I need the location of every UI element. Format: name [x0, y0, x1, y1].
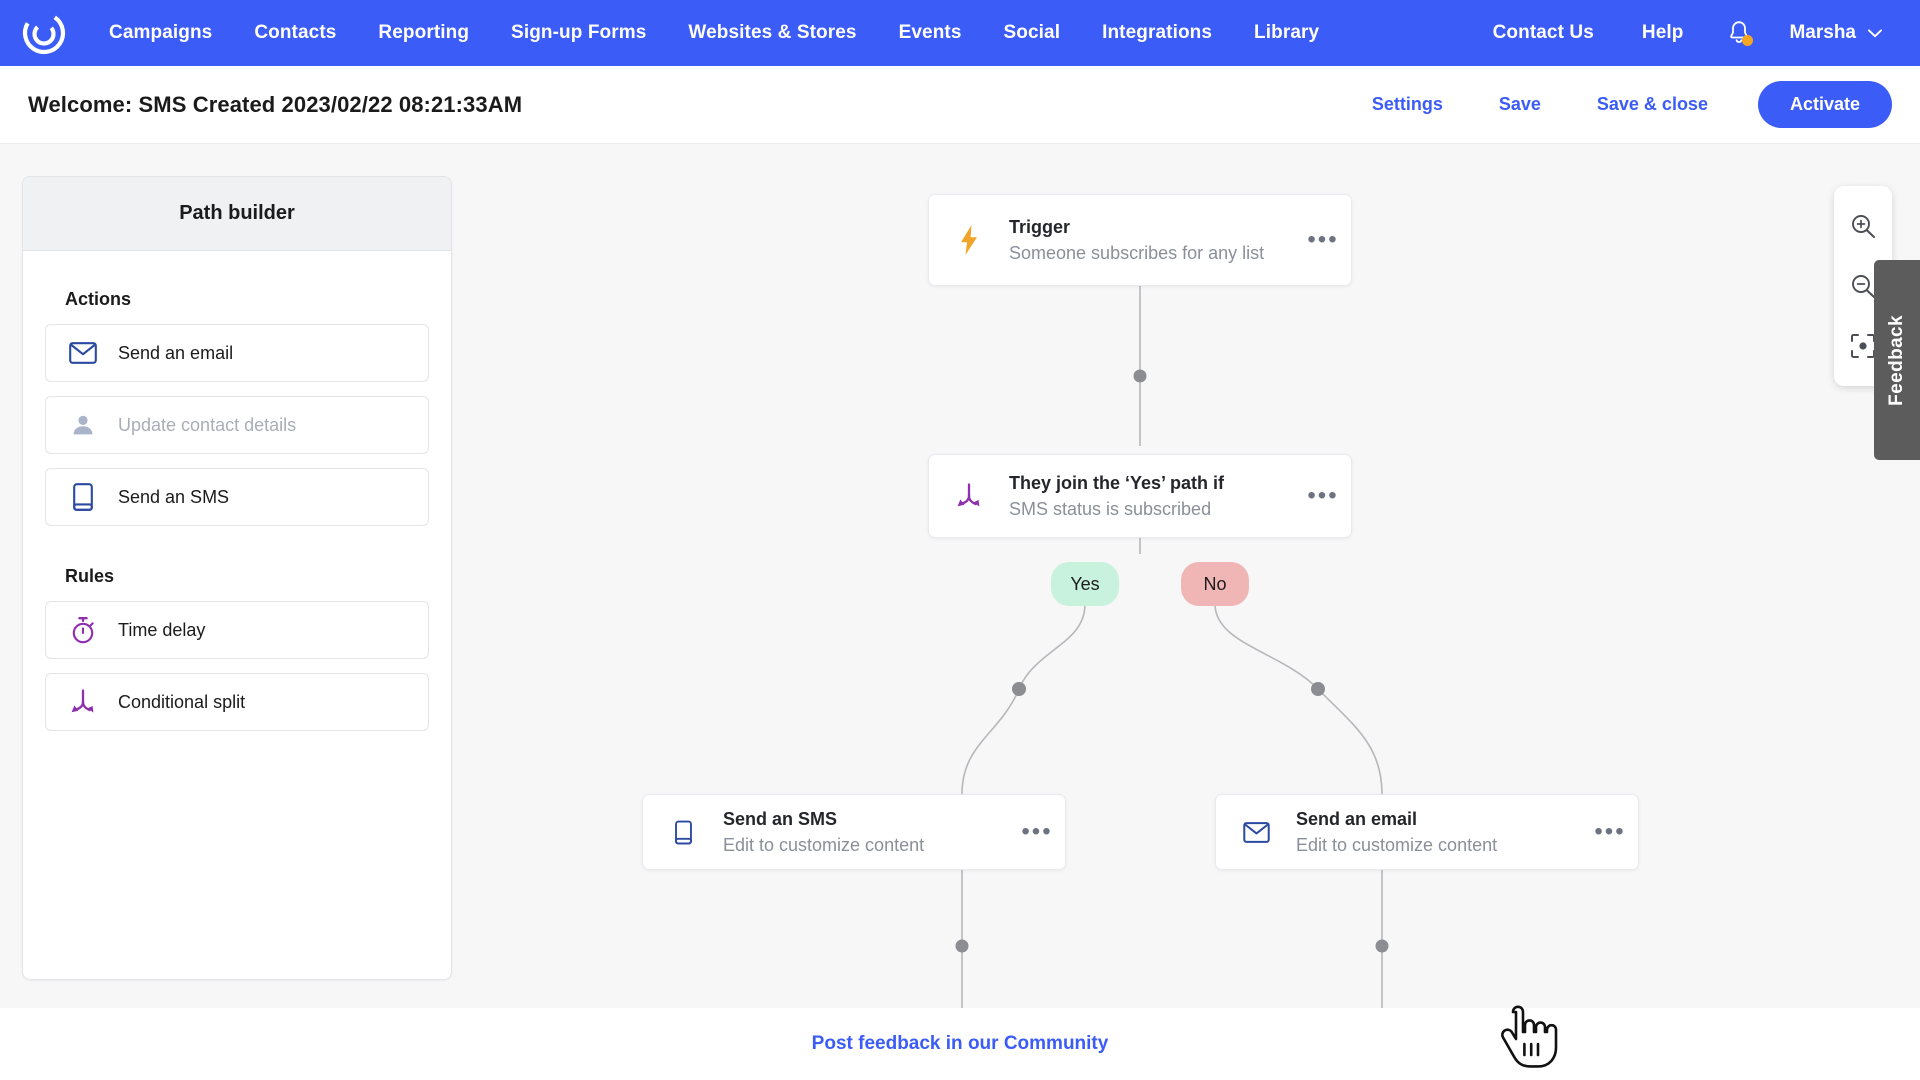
- branch-label-no[interactable]: No: [1181, 562, 1249, 606]
- flow-node-trigger[interactable]: Trigger Someone subscribes for any list …: [928, 194, 1352, 286]
- feedback-tab-label: Feedback: [1886, 315, 1908, 406]
- split-arrows-icon: [68, 687, 98, 717]
- flow-node-subtitle: Edit to customize content: [723, 832, 1001, 858]
- envelope-icon: [68, 338, 98, 368]
- stopwatch-icon: [68, 615, 98, 645]
- ellipsis-icon[interactable]: •••: [1582, 818, 1638, 846]
- tool-label: Send an email: [118, 343, 233, 364]
- nav-item-contact-us[interactable]: Contact Us: [1469, 14, 1618, 52]
- flow-node-text: Send an email Edit to customize content: [1278, 806, 1582, 858]
- tool-conditional-split[interactable]: Conditional split: [45, 673, 429, 731]
- nav-item-campaigns[interactable]: Campaigns: [88, 14, 233, 52]
- nav-item-events[interactable]: Events: [878, 14, 983, 52]
- branch-label-text: No: [1203, 574, 1226, 595]
- workarea: Path builder Actions Send an email: [0, 144, 1920, 1008]
- activate-button[interactable]: Activate: [1758, 81, 1892, 128]
- lightning-bolt-icon: [947, 224, 991, 256]
- zoom-in-button[interactable]: [1834, 196, 1892, 256]
- flow-node-title: Send an SMS: [723, 806, 1001, 832]
- zoom-out-icon: [1850, 273, 1876, 299]
- tool-label: Conditional split: [118, 692, 245, 713]
- split-arrows-icon: [947, 483, 991, 509]
- ellipsis-icon[interactable]: •••: [1009, 818, 1065, 846]
- save-button[interactable]: Save: [1471, 84, 1569, 125]
- notification-badge: [1742, 35, 1753, 46]
- branch-label-yes[interactable]: Yes: [1051, 562, 1119, 606]
- app-root: Campaigns Contacts Reporting Sign-up For…: [0, 0, 1920, 1080]
- nav-item-library[interactable]: Library: [1233, 14, 1340, 52]
- nav-item-help[interactable]: Help: [1618, 14, 1708, 52]
- tool-label: Send an SMS: [118, 487, 229, 508]
- ellipsis-icon[interactable]: •••: [1295, 482, 1351, 510]
- path-builder-panel: Path builder Actions Send an email: [22, 176, 452, 980]
- tool-update-contact-details[interactable]: Update contact details: [45, 396, 429, 454]
- settings-button[interactable]: Settings: [1344, 84, 1471, 125]
- path-builder-body: Actions Send an email: [23, 251, 451, 765]
- person-icon: [68, 410, 98, 440]
- nav-item-sign-up-forms[interactable]: Sign-up Forms: [490, 14, 667, 52]
- nav-item-websites-and-stores[interactable]: Websites & Stores: [667, 14, 877, 52]
- fit-to-screen-icon: [1850, 333, 1876, 359]
- tool-label: Update contact details: [118, 415, 296, 436]
- footer-bar: Post feedback in our Community: [0, 1008, 1920, 1080]
- top-navigation-bar: Campaigns Contacts Reporting Sign-up For…: [0, 0, 1920, 66]
- ellipsis-icon[interactable]: •••: [1295, 226, 1351, 254]
- rules-group-label: Rules: [65, 566, 429, 587]
- path-builder-header: Path builder: [23, 177, 451, 251]
- page-actions: Settings Save Save & close Activate: [1344, 81, 1892, 128]
- path-builder-title: Path builder: [179, 202, 295, 225]
- user-menu[interactable]: Marsha: [1771, 14, 1892, 52]
- nav-item-reporting[interactable]: Reporting: [357, 14, 490, 52]
- flow-node-title: They join the ‘Yes’ path if: [1009, 470, 1287, 496]
- post-feedback-community-link[interactable]: Post feedback in our Community: [812, 1033, 1109, 1055]
- tool-time-delay[interactable]: Time delay: [45, 601, 429, 659]
- zoom-in-icon: [1850, 213, 1876, 239]
- flow-node-text: Trigger Someone subscribes for any list: [991, 214, 1295, 266]
- tool-send-an-email[interactable]: Send an email: [45, 324, 429, 382]
- flow-node-title: Send an email: [1296, 806, 1574, 832]
- envelope-icon: [1234, 822, 1278, 843]
- page-subheader: Welcome: SMS Created 2023/02/22 08:21:33…: [0, 66, 1920, 144]
- page-title: Welcome: SMS Created 2023/02/22 08:21:33…: [28, 92, 522, 118]
- flow-node-send-email[interactable]: Send an email Edit to customize content …: [1215, 794, 1639, 870]
- flow-canvas[interactable]: Trigger Someone subscribes for any list …: [452, 144, 1920, 1008]
- secondary-nav-items: Contact Us Help Marsha: [1469, 14, 1892, 52]
- flow-node-subtitle: Edit to customize content: [1296, 832, 1574, 858]
- flow-node-title: Trigger: [1009, 214, 1287, 240]
- primary-nav-items: Campaigns Contacts Reporting Sign-up For…: [88, 14, 1340, 52]
- mobile-phone-icon: [661, 820, 705, 845]
- flow-node-send-sms[interactable]: Send an SMS Edit to customize content ••…: [642, 794, 1066, 870]
- actions-group-label: Actions: [65, 289, 429, 310]
- tool-send-an-sms[interactable]: Send an SMS: [45, 468, 429, 526]
- tool-label: Time delay: [118, 620, 205, 641]
- notifications-button[interactable]: [1717, 16, 1761, 50]
- nav-item-social[interactable]: Social: [983, 14, 1082, 52]
- flow-node-conditional-split[interactable]: They join the ‘Yes’ path if SMS status i…: [928, 454, 1352, 538]
- flow-node-subtitle: Someone subscribes for any list: [1009, 240, 1287, 266]
- flow-node-text: They join the ‘Yes’ path if SMS status i…: [991, 470, 1295, 522]
- constant-contact-logo-icon[interactable]: [18, 7, 70, 59]
- feedback-tab[interactable]: Feedback: [1874, 260, 1920, 460]
- flow-node-subtitle: SMS status is subscribed: [1009, 496, 1287, 522]
- mobile-phone-icon: [68, 482, 98, 512]
- branch-label-text: Yes: [1070, 574, 1099, 595]
- flow-node-text: Send an SMS Edit to customize content: [705, 806, 1009, 858]
- nav-item-integrations[interactable]: Integrations: [1081, 14, 1233, 52]
- save-and-close-button[interactable]: Save & close: [1569, 84, 1736, 125]
- user-name-label: Marsha: [1789, 22, 1856, 44]
- chevron-down-icon: [1868, 29, 1882, 38]
- nav-item-contacts[interactable]: Contacts: [233, 14, 357, 52]
